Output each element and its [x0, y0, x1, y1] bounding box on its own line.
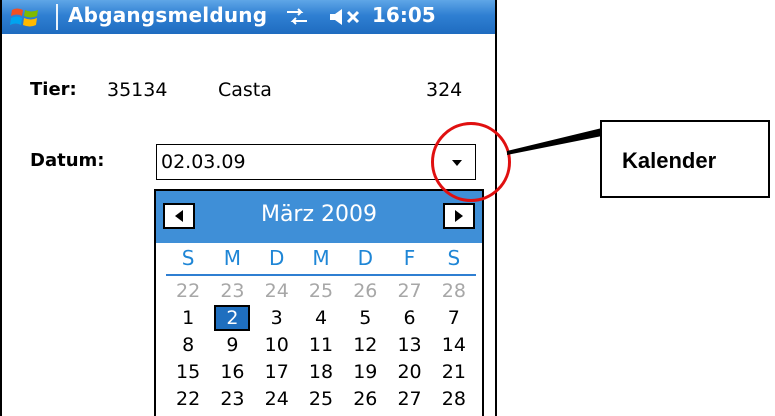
highlight-circle [431, 122, 511, 202]
calendar-day[interactable]: 17 [255, 359, 299, 386]
calendar-day[interactable]: 5 [343, 305, 387, 332]
tier-number: 324 [426, 79, 463, 101]
weekday-header-row: S M D M D F S [166, 246, 476, 274]
weekday-label: S [447, 246, 461, 270]
calendar-day[interactable]: 22 [166, 386, 210, 413]
window-title: Abgangsmeldung [68, 3, 268, 27]
weekday-divider [166, 274, 476, 276]
calendar-day-prev-month[interactable]: 22 [166, 278, 210, 305]
calendar-day[interactable]: 1 [166, 305, 210, 332]
calendar-day[interactable]: 18 [299, 359, 343, 386]
connectivity-icon[interactable] [284, 6, 310, 28]
title-separator [56, 4, 58, 30]
calendar-day[interactable]: 27 [387, 386, 431, 413]
calendar-day[interactable]: 16 [210, 359, 254, 386]
calendar-day[interactable]: 3 [255, 305, 299, 332]
calendar-day[interactable]: 12 [343, 332, 387, 359]
device-screen: Abgangsmeldung 16:05 Tier: 35134 Casta 3… [0, 0, 497, 416]
weekday-label: M [312, 246, 330, 270]
calendar-day-prev-month[interactable]: 27 [387, 278, 431, 305]
callout-label: Kalender [622, 148, 717, 173]
calendar-day-prev-month[interactable]: 26 [343, 278, 387, 305]
calendar-day[interactable]: 28 [432, 386, 476, 413]
callout-box: Kalender [600, 120, 770, 198]
calendar-day[interactable]: 14 [432, 332, 476, 359]
callout-pointer [507, 128, 602, 155]
calendar-month-title[interactable]: März 2009 [156, 202, 482, 227]
title-bar: Abgangsmeldung 16:05 [2, 0, 495, 34]
calendar-day[interactable]: 4 [299, 305, 343, 332]
calendar-day[interactable]: 25 [299, 386, 343, 413]
calendar-day-prev-month[interactable]: 28 [432, 278, 476, 305]
next-month-button[interactable] [443, 203, 475, 229]
calendar-day-prev-month[interactable]: 23 [210, 278, 254, 305]
weekday-label: D [269, 246, 285, 270]
calendar-day[interactable]: 19 [343, 359, 387, 386]
calendar-day[interactable]: 21 [432, 359, 476, 386]
arrow-right-icon [455, 210, 463, 222]
calendar-day[interactable]: 23 [210, 386, 254, 413]
volume-muted-icon[interactable] [328, 6, 368, 28]
date-picker-field[interactable]: 02.03.09 [156, 144, 476, 180]
date-value[interactable]: 02.03.09 [161, 151, 246, 173]
calendar-day[interactable]: 13 [387, 332, 431, 359]
calendar-header: März 2009 [156, 191, 482, 243]
tier-label: Tier: [30, 79, 77, 100]
tier-name: Casta [218, 79, 272, 101]
datum-label: Datum: [30, 150, 105, 171]
calendar-day-selected[interactable]: 2 [210, 305, 254, 332]
calendar-day[interactable]: 24 [255, 386, 299, 413]
clock-time[interactable]: 16:05 [372, 3, 436, 27]
calendar-day[interactable]: 10 [255, 332, 299, 359]
weekday-label: S [181, 246, 195, 270]
windows-flag-icon[interactable] [10, 5, 40, 29]
calendar-popup: März 2009 S M D M D F S 22 23 24 25 26 2… [154, 189, 484, 416]
tier-id: 35134 [107, 79, 168, 101]
calendar-day[interactable]: 11 [299, 332, 343, 359]
calendar-day[interactable]: 20 [387, 359, 431, 386]
calendar-day[interactable]: 6 [387, 305, 431, 332]
weekday-label: D [357, 246, 373, 270]
weekday-label: F [403, 246, 416, 270]
calendar-day[interactable]: 26 [343, 386, 387, 413]
weekday-label: M [223, 246, 242, 270]
calendar-day[interactable]: 9 [210, 332, 254, 359]
calendar-day[interactable]: 8 [166, 332, 210, 359]
calendar-day-grid: 22 23 24 25 26 27 28 1 2 3 4 5 6 7 8 9 1… [166, 278, 476, 413]
selected-day-label: 2 [214, 305, 251, 331]
calendar-day-prev-month[interactable]: 24 [255, 278, 299, 305]
calendar-day[interactable]: 7 [432, 305, 476, 332]
calendar-day[interactable]: 15 [166, 359, 210, 386]
calendar-day-prev-month[interactable]: 25 [299, 278, 343, 305]
